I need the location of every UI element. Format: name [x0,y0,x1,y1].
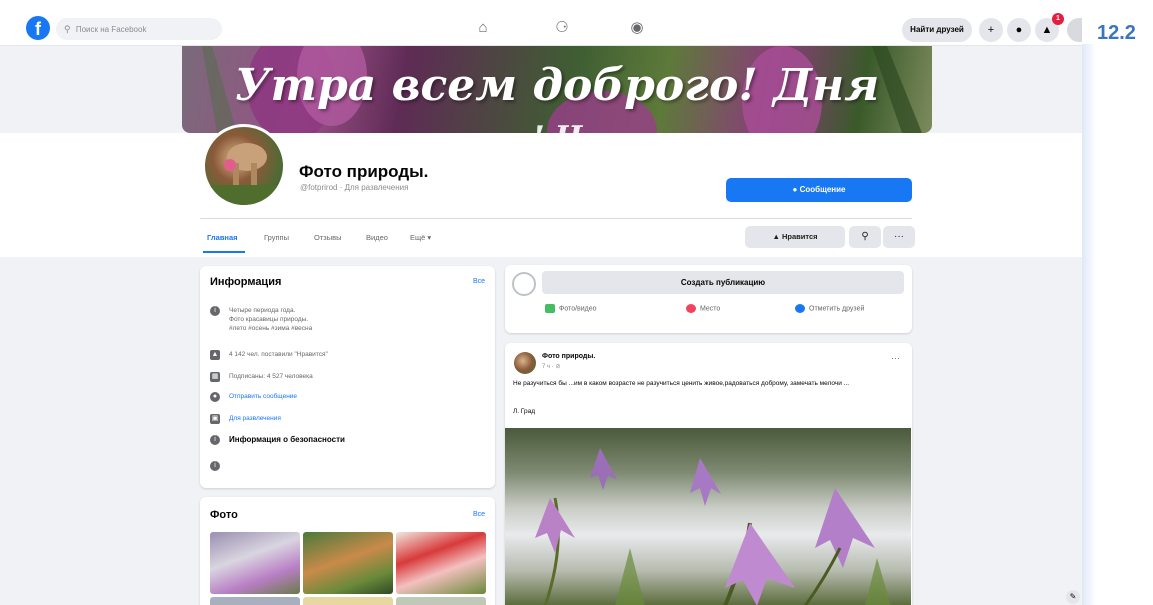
description-line: Фото красавицы природы. [229,316,309,323]
avatar-horse-illustration [205,143,283,205]
location-pin-icon [686,304,696,313]
cover-photo[interactable]: Утра всем доброго! Дня ! Ч [182,46,932,133]
info-title: Информация [210,276,282,288]
page-handle: @fotprirod · Для развлечения [300,183,409,192]
account-avatar[interactable] [1067,18,1082,42]
photos-see-all-link[interactable]: Все [473,511,485,518]
messenger-icon[interactable]: ● [1007,18,1031,42]
photo-thumbnail[interactable] [396,597,486,605]
ellipsis-icon: ··· [894,231,904,242]
chapter-number: 12.2 [1097,22,1136,44]
home-icon[interactable]: ⌂ [472,18,494,38]
post-photo[interactable] [505,428,911,605]
likes-count: 4 142 чел. поставили "Нравится" [229,351,328,358]
post-author-name[interactable]: Фото природы. [542,353,595,360]
post-author-avatar[interactable] [514,352,536,374]
tab-home[interactable]: Главная [207,233,238,242]
user-avatar [512,272,536,296]
search-icon: ⚲ [64,24,71,34]
post-composer: Создать публикацию Фото/видео Место Отме… [505,265,912,333]
cover-caption-line2: ! Ч [182,120,932,133]
profile-header [0,133,1082,257]
photos-card: Фото Все [200,497,495,605]
info-see-all-link[interactable]: Все [473,278,485,285]
search-placeholder: Поиск на Facebook [75,25,147,34]
edit-icon[interactable]: ✎ [1066,590,1080,604]
thumbs-up-icon: ▲ [772,232,780,241]
send-message-button[interactable]: ● Сообщение [726,178,912,202]
cover-caption-line1: Утра всем доброго! Дня [234,60,880,111]
post-options-icon[interactable]: ··· [891,353,900,363]
security-info-label[interactable]: Информация о безопасности [229,435,345,444]
find-friends-button[interactable]: Найти друзей [902,18,972,42]
create-post-input[interactable]: Создать публикацию [542,271,904,294]
post-card: Фото природы. 7 ч · ⊘ ··· Не разучиться … [505,343,912,605]
photo-video-label: Фото/видео [559,305,597,313]
top-navigation-bar: f ⚲ Поиск на Facebook ⌂ ⚆ ◉ Найти друзей… [0,0,1082,46]
messenger-icon: ● [792,185,798,194]
info-icon: i [210,306,220,316]
place-label: Место [700,305,721,313]
photos-title: Фото [210,509,238,521]
folder-icon: ▣ [210,414,220,424]
photo-video-button[interactable]: Фото/видео [545,304,597,313]
thumbs-up-icon: ▲ [210,350,220,360]
notification-badge: 1 [1052,13,1064,25]
margin-shade [1082,44,1153,605]
flowers-illustration [535,448,891,605]
info-card: Информация Все i Четыре периода года. Фо… [200,266,495,488]
photo-thumbnail[interactable] [210,597,300,605]
search-input[interactable]: ⚲ Поиск на Facebook [56,18,222,40]
search-icon: ⚲ [861,231,869,242]
photo-thumbnail[interactable] [303,597,393,605]
photo-thumbnail[interactable] [396,532,486,594]
facebook-logo-icon[interactable]: f [26,16,50,40]
send-message-link[interactable]: Отправить сообщение [229,392,297,401]
tag-friends-label: Отметить друзей [809,305,865,313]
page-avatar[interactable] [202,124,286,208]
search-page-button[interactable]: ⚲ [849,226,881,248]
post-signature: Л. Град [513,408,536,415]
page-title: Фото природы. [299,162,429,181]
facebook-page: f ⚲ Поиск на Facebook ⌂ ⚆ ◉ Найти друзей… [0,0,1082,605]
screenshot: f ⚲ Поиск на Facebook ⌂ ⚆ ◉ Найти друзей… [0,0,1153,605]
post-timestamp[interactable]: 7 ч · ⊘ [542,363,561,370]
info-icon: i [210,435,220,445]
tab-video[interactable]: Видео [366,233,388,242]
page-description: Четыре периода года. Фото красавицы прир… [229,306,312,333]
followers-count: Подписаны: 4 527 человека [229,373,313,380]
photo-icon [545,304,555,313]
more-options-button[interactable]: ··· [883,226,915,248]
info-icon: i [210,461,220,471]
tab-reviews[interactable]: Отзывы [314,233,341,242]
post-text: Не разучиться бы ...им в каком возрасте … [513,380,850,387]
plus-icon[interactable]: + [979,18,1003,42]
description-line: #лето #осень #зима #весна [229,325,313,332]
like-label: Нравится [782,232,818,241]
tag-friends-icon [795,304,805,313]
friends-icon[interactable]: ⚆ [551,18,573,38]
category-link[interactable]: Для развлечения [229,414,281,423]
messenger-icon: ● [210,392,220,402]
tag-friends-button[interactable]: Отметить друзей [795,304,864,313]
photo-thumbnail[interactable] [303,532,393,594]
place-button[interactable]: Место [686,304,720,313]
groups-icon[interactable]: ◉ [626,18,648,38]
active-tab-indicator [203,251,245,253]
send-message-label: Сообщение [799,185,846,194]
tabs-divider [200,218,912,219]
tab-groups[interactable]: Группы [264,233,289,242]
description-line: Четыре периода года. [229,307,296,314]
photo-thumbnail[interactable] [210,532,300,594]
followers-icon: ▦ [210,372,220,382]
tab-more[interactable]: Ещё ▾ [410,233,431,242]
like-page-button[interactable]: ▲ Нравится [745,226,845,248]
